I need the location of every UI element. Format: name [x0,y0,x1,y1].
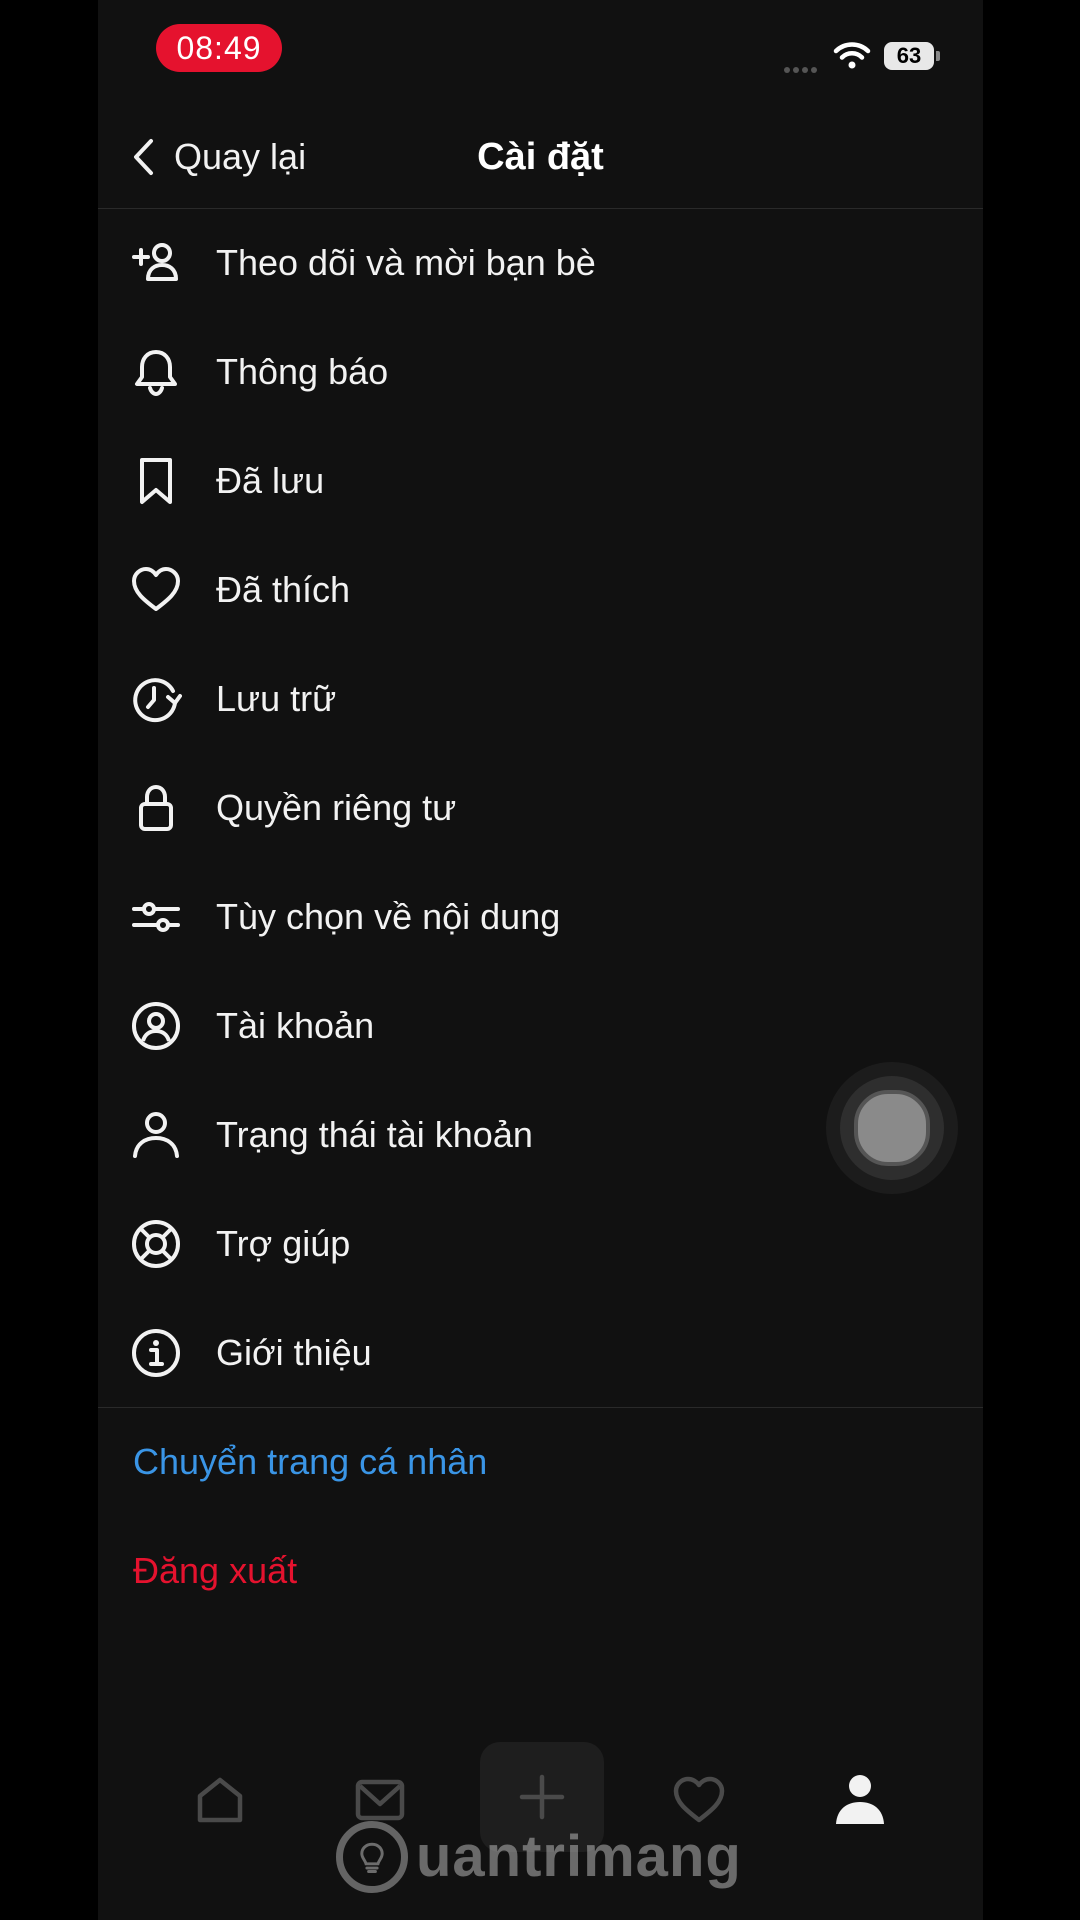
profile-icon [836,1775,884,1824]
archive-clock-icon [130,673,182,725]
bottom-tab-bar [98,1740,983,1860]
bookmark-icon [130,455,182,507]
menu-item-label: Tùy chọn về nội dung [216,895,561,937]
menu-item-content-preferences[interactable]: Tùy chọn về nội dung [98,862,983,971]
menu-item-label: Tài khoản [216,1004,375,1046]
menu-item-notifications[interactable]: Thông báo [98,317,983,426]
status-bar: 08:49 63 [98,0,983,100]
lock-icon [130,782,182,834]
menu-item-liked[interactable]: Đã thích [98,535,983,644]
phone-screen: 08:49 63 Quay lại Cài đặt Theo dõi và mờ… [98,0,983,1920]
section-divider [98,1407,983,1408]
settings-menu: Theo dõi và mời bạn bè Thông báo Đã lưu [98,208,983,1407]
menu-item-privacy[interactable]: Quyền riêng tư [98,753,983,862]
add-user-icon [130,237,182,289]
menu-item-label: Trạng thái tài khoản [216,1113,533,1155]
status-time: 08:49 [156,24,282,72]
menu-item-label: Lưu trữ [216,677,337,719]
home-icon [197,1777,243,1823]
sliders-icon [130,891,182,943]
menu-item-label: Đã lưu [216,459,325,501]
tab-home[interactable] [160,1740,280,1860]
plus-icon [519,1774,565,1820]
battery-indicator: 63 [884,42,934,70]
menu-item-label: Thông báo [216,350,389,392]
menu-item-label: Đã thích [216,568,351,610]
assistive-touch-button[interactable] [826,1062,958,1194]
menu-item-label: Giới thiệu [216,1331,372,1373]
account-circle-icon [130,1000,182,1052]
tab-inbox[interactable] [320,1740,440,1860]
assistive-touch-knob [854,1090,930,1166]
menu-item-saved[interactable]: Đã lưu [98,426,983,535]
switch-profile-link[interactable]: Chuyển trang cá nhân [133,1441,487,1483]
cellular-signal-icon [784,60,824,73]
menu-item-account[interactable]: Tài khoản [98,971,983,1080]
menu-item-label: Quyền riêng tư [216,786,457,828]
tab-activity[interactable] [639,1740,759,1860]
battery-tip [936,51,940,61]
nav-header: Quay lại Cài đặt [98,100,983,209]
heart-icon [130,564,182,616]
logout-link[interactable]: Đăng xuất [133,1550,297,1592]
tab-new-post[interactable] [480,1742,604,1852]
person-icon [130,1109,182,1161]
inbox-icon [355,1779,405,1821]
lifebuoy-icon [130,1218,182,1270]
page-title: Cài đặt [477,136,604,178]
menu-item-archive[interactable]: Lưu trữ [98,644,983,753]
menu-item-follow-invite[interactable]: Theo dõi và mời bạn bè [98,208,983,317]
tab-profile[interactable] [800,1740,920,1860]
menu-item-help[interactable]: Trợ giúp [98,1189,983,1298]
bell-icon [130,346,182,398]
info-icon [130,1327,182,1379]
menu-item-about[interactable]: Giới thiệu [98,1298,983,1407]
wifi-icon [832,40,872,70]
menu-item-label: Trợ giúp [216,1222,351,1264]
menu-item-label: Theo dõi và mời bạn bè [216,241,596,283]
assistive-touch-ring [840,1076,944,1180]
activity-heart-icon [673,1776,725,1823]
